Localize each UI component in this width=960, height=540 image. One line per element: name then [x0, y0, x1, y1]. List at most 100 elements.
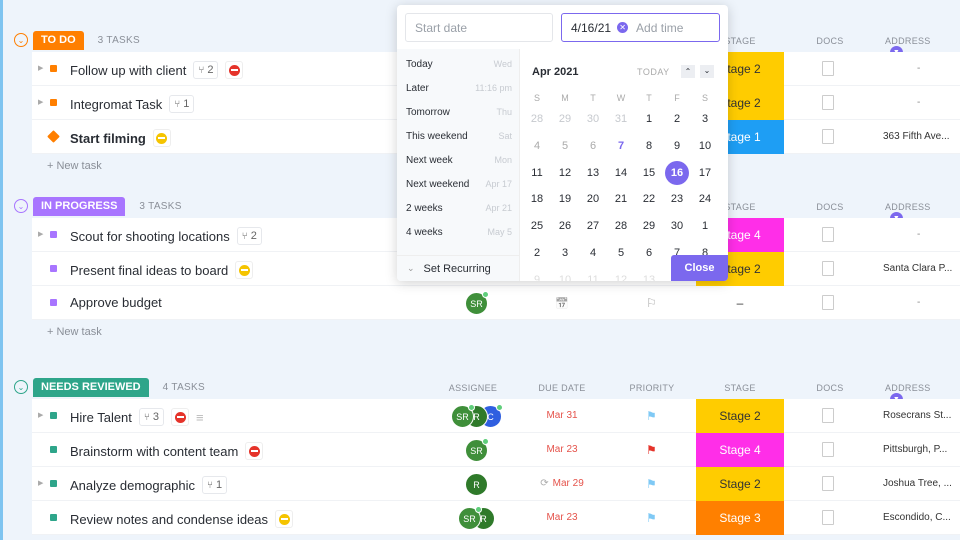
subtask-count[interactable]: ⑂ 2: [193, 61, 219, 79]
new-task-button[interactable]: + New task: [47, 326, 102, 338]
calendar-day[interactable]: 5: [553, 134, 577, 158]
calendar-day[interactable]: 6: [581, 134, 605, 158]
task-row[interactable]: Brainstorm with content team SR Mar 23 ⚑ Sta…: [32, 433, 960, 467]
task-name[interactable]: Review notes and condense ideas: [70, 510, 294, 528]
docs-icon[interactable]: [822, 295, 834, 310]
docs-icon[interactable]: [822, 510, 834, 525]
docs-icon[interactable]: [822, 227, 834, 242]
calendar-day[interactable]: 27: [581, 214, 605, 238]
quick-date-option[interactable]: This weekend Sat: [406, 131, 512, 142]
today-button[interactable]: TODAY: [637, 67, 670, 77]
priority-flag-icon[interactable]: ⚑: [646, 409, 657, 423]
column-header-assignee[interactable]: ASSIGNEE: [449, 383, 497, 393]
calendar-day[interactable]: 22: [637, 187, 661, 211]
subtask-count[interactable]: ⑂ 3: [138, 408, 165, 426]
avatar[interactable]: SR: [465, 291, 489, 315]
calendar-day[interactable]: 9: [665, 134, 689, 158]
address-cell[interactable]: Joshua Tree, ...: [883, 478, 952, 489]
subtask-count[interactable]: ⑂ 1: [202, 476, 228, 494]
quick-date-option[interactable]: Next week Mon: [406, 155, 512, 166]
calendar-day[interactable]: 6: [637, 241, 661, 265]
avatar[interactable]: SR: [451, 404, 475, 428]
stage-cell[interactable]: Stage 2: [696, 467, 784, 501]
priority-flag-icon[interactable]: ⚑: [646, 477, 657, 491]
stage-cell[interactable]: Stage 2: [696, 399, 784, 433]
calendar-day[interactable]: 8: [637, 134, 661, 158]
address-cell[interactable]: Santa Clara P...: [883, 263, 952, 274]
column-header-docs[interactable]: DOCS: [816, 383, 843, 393]
address-cell[interactable]: 363 Fifth Ave...: [883, 131, 950, 142]
blocker-icon[interactable]: [235, 261, 254, 279]
calendar-day[interactable]: 1: [637, 107, 661, 131]
calendar-day[interactable]: 28: [525, 107, 549, 131]
quick-date-option[interactable]: Next weekend Apr 17: [406, 179, 512, 190]
calendar-day[interactable]: 12: [609, 268, 633, 281]
calendar-day[interactable]: 9: [525, 268, 549, 281]
column-header-docs[interactable]: DOCS: [816, 202, 843, 212]
calendar-day[interactable]: 21: [609, 187, 633, 211]
address-cell[interactable]: Escondido, C...: [883, 512, 951, 523]
priority-flag-icon[interactable]: ⚑: [646, 511, 657, 525]
expand-caret-icon[interactable]: ▶: [38, 230, 43, 238]
task-row[interactable]: ▶ Hire Talent ⑂ 3 ≡ SR R C Mar 31 ⚑ Stage 2 Rosecra…: [32, 399, 960, 433]
calendar-day[interactable]: 18: [525, 187, 549, 211]
subtask-count[interactable]: ⑂ 2: [236, 227, 262, 245]
stage-cell[interactable]: –: [696, 286, 784, 320]
column-header-stage[interactable]: STAGE: [724, 383, 755, 393]
calendar-day[interactable]: 7: [609, 134, 633, 158]
status-icon[interactable]: [47, 130, 60, 143]
calendar-day[interactable]: 4: [525, 134, 549, 158]
address-cell[interactable]: -: [917, 63, 920, 74]
docs-icon[interactable]: [822, 408, 834, 423]
quick-date-option[interactable]: Today Wed: [406, 59, 512, 70]
column-header-stage[interactable]: STAGE: [724, 36, 755, 46]
stage-cell[interactable]: Stage 4: [696, 433, 784, 467]
docs-icon[interactable]: [822, 476, 834, 491]
quick-date-option[interactable]: 4 weeks May 5: [406, 227, 512, 238]
column-header-due-date[interactable]: DUE DATE: [538, 383, 585, 393]
avatar[interactable]: R: [465, 473, 488, 496]
task-name[interactable]: Approve budget: [70, 295, 162, 310]
quick-date-option[interactable]: 2 weeks Apr 21: [406, 203, 512, 214]
calendar-day[interactable]: 11: [581, 268, 605, 281]
calendar-day[interactable]: 19: [553, 187, 577, 211]
close-button[interactable]: Close: [671, 255, 728, 281]
status-icon[interactable]: [50, 299, 57, 306]
calendar-day[interactable]: 20: [581, 187, 605, 211]
blocker-icon[interactable]: [245, 442, 264, 460]
start-date-input[interactable]: Start date: [405, 13, 553, 42]
blocker-icon[interactable]: [171, 408, 190, 426]
calendar-day[interactable]: 10: [553, 268, 577, 281]
empty-flag-icon[interactable]: ⚐: [646, 296, 657, 310]
set-recurring-button[interactable]: ⌄ Set Recurring: [397, 255, 520, 281]
task-name[interactable]: Brainstorm with content team: [70, 442, 264, 460]
new-task-button[interactable]: + New task: [47, 160, 102, 172]
task-name[interactable]: Present final ideas to board: [70, 261, 254, 279]
stage-cell[interactable]: Stage 3: [696, 501, 784, 535]
status-icon[interactable]: [50, 446, 57, 453]
task-name[interactable]: Analyze demographic ⑂ 1: [70, 476, 228, 494]
expand-caret-icon[interactable]: ▶: [38, 98, 43, 106]
subtask-count[interactable]: ⑂ 1: [169, 95, 195, 113]
calendar-day[interactable]: 10: [693, 134, 717, 158]
calendar-day[interactable]: 14: [609, 161, 633, 185]
blocker-icon[interactable]: [152, 129, 171, 147]
blocker-icon[interactable]: [275, 510, 294, 528]
calendar-day[interactable]: 3: [693, 107, 717, 131]
calendar-day[interactable]: 24: [693, 187, 717, 211]
column-header-priority[interactable]: PRIORITY: [630, 383, 675, 393]
quick-date-option[interactable]: Later 11:16 pm: [406, 83, 512, 94]
expand-caret-icon[interactable]: ▶: [38, 479, 43, 487]
collapse-toggle-icon[interactable]: ⌄: [14, 380, 28, 394]
priority-flag-icon[interactable]: ⚑: [646, 443, 657, 457]
calendar-day[interactable]: 15: [637, 161, 661, 185]
calendar-day[interactable]: 13: [637, 268, 661, 281]
address-cell[interactable]: -: [917, 297, 920, 308]
calendar-day[interactable]: 1: [693, 214, 717, 238]
task-name[interactable]: Hire Talent ⑂ 3 ≡: [70, 408, 204, 426]
status-icon[interactable]: [50, 65, 57, 72]
calendar-day[interactable]: 16: [665, 160, 689, 185]
blocker-icon[interactable]: [225, 61, 244, 79]
docs-icon[interactable]: [822, 261, 834, 276]
calendar-day[interactable]: 28: [609, 214, 633, 238]
